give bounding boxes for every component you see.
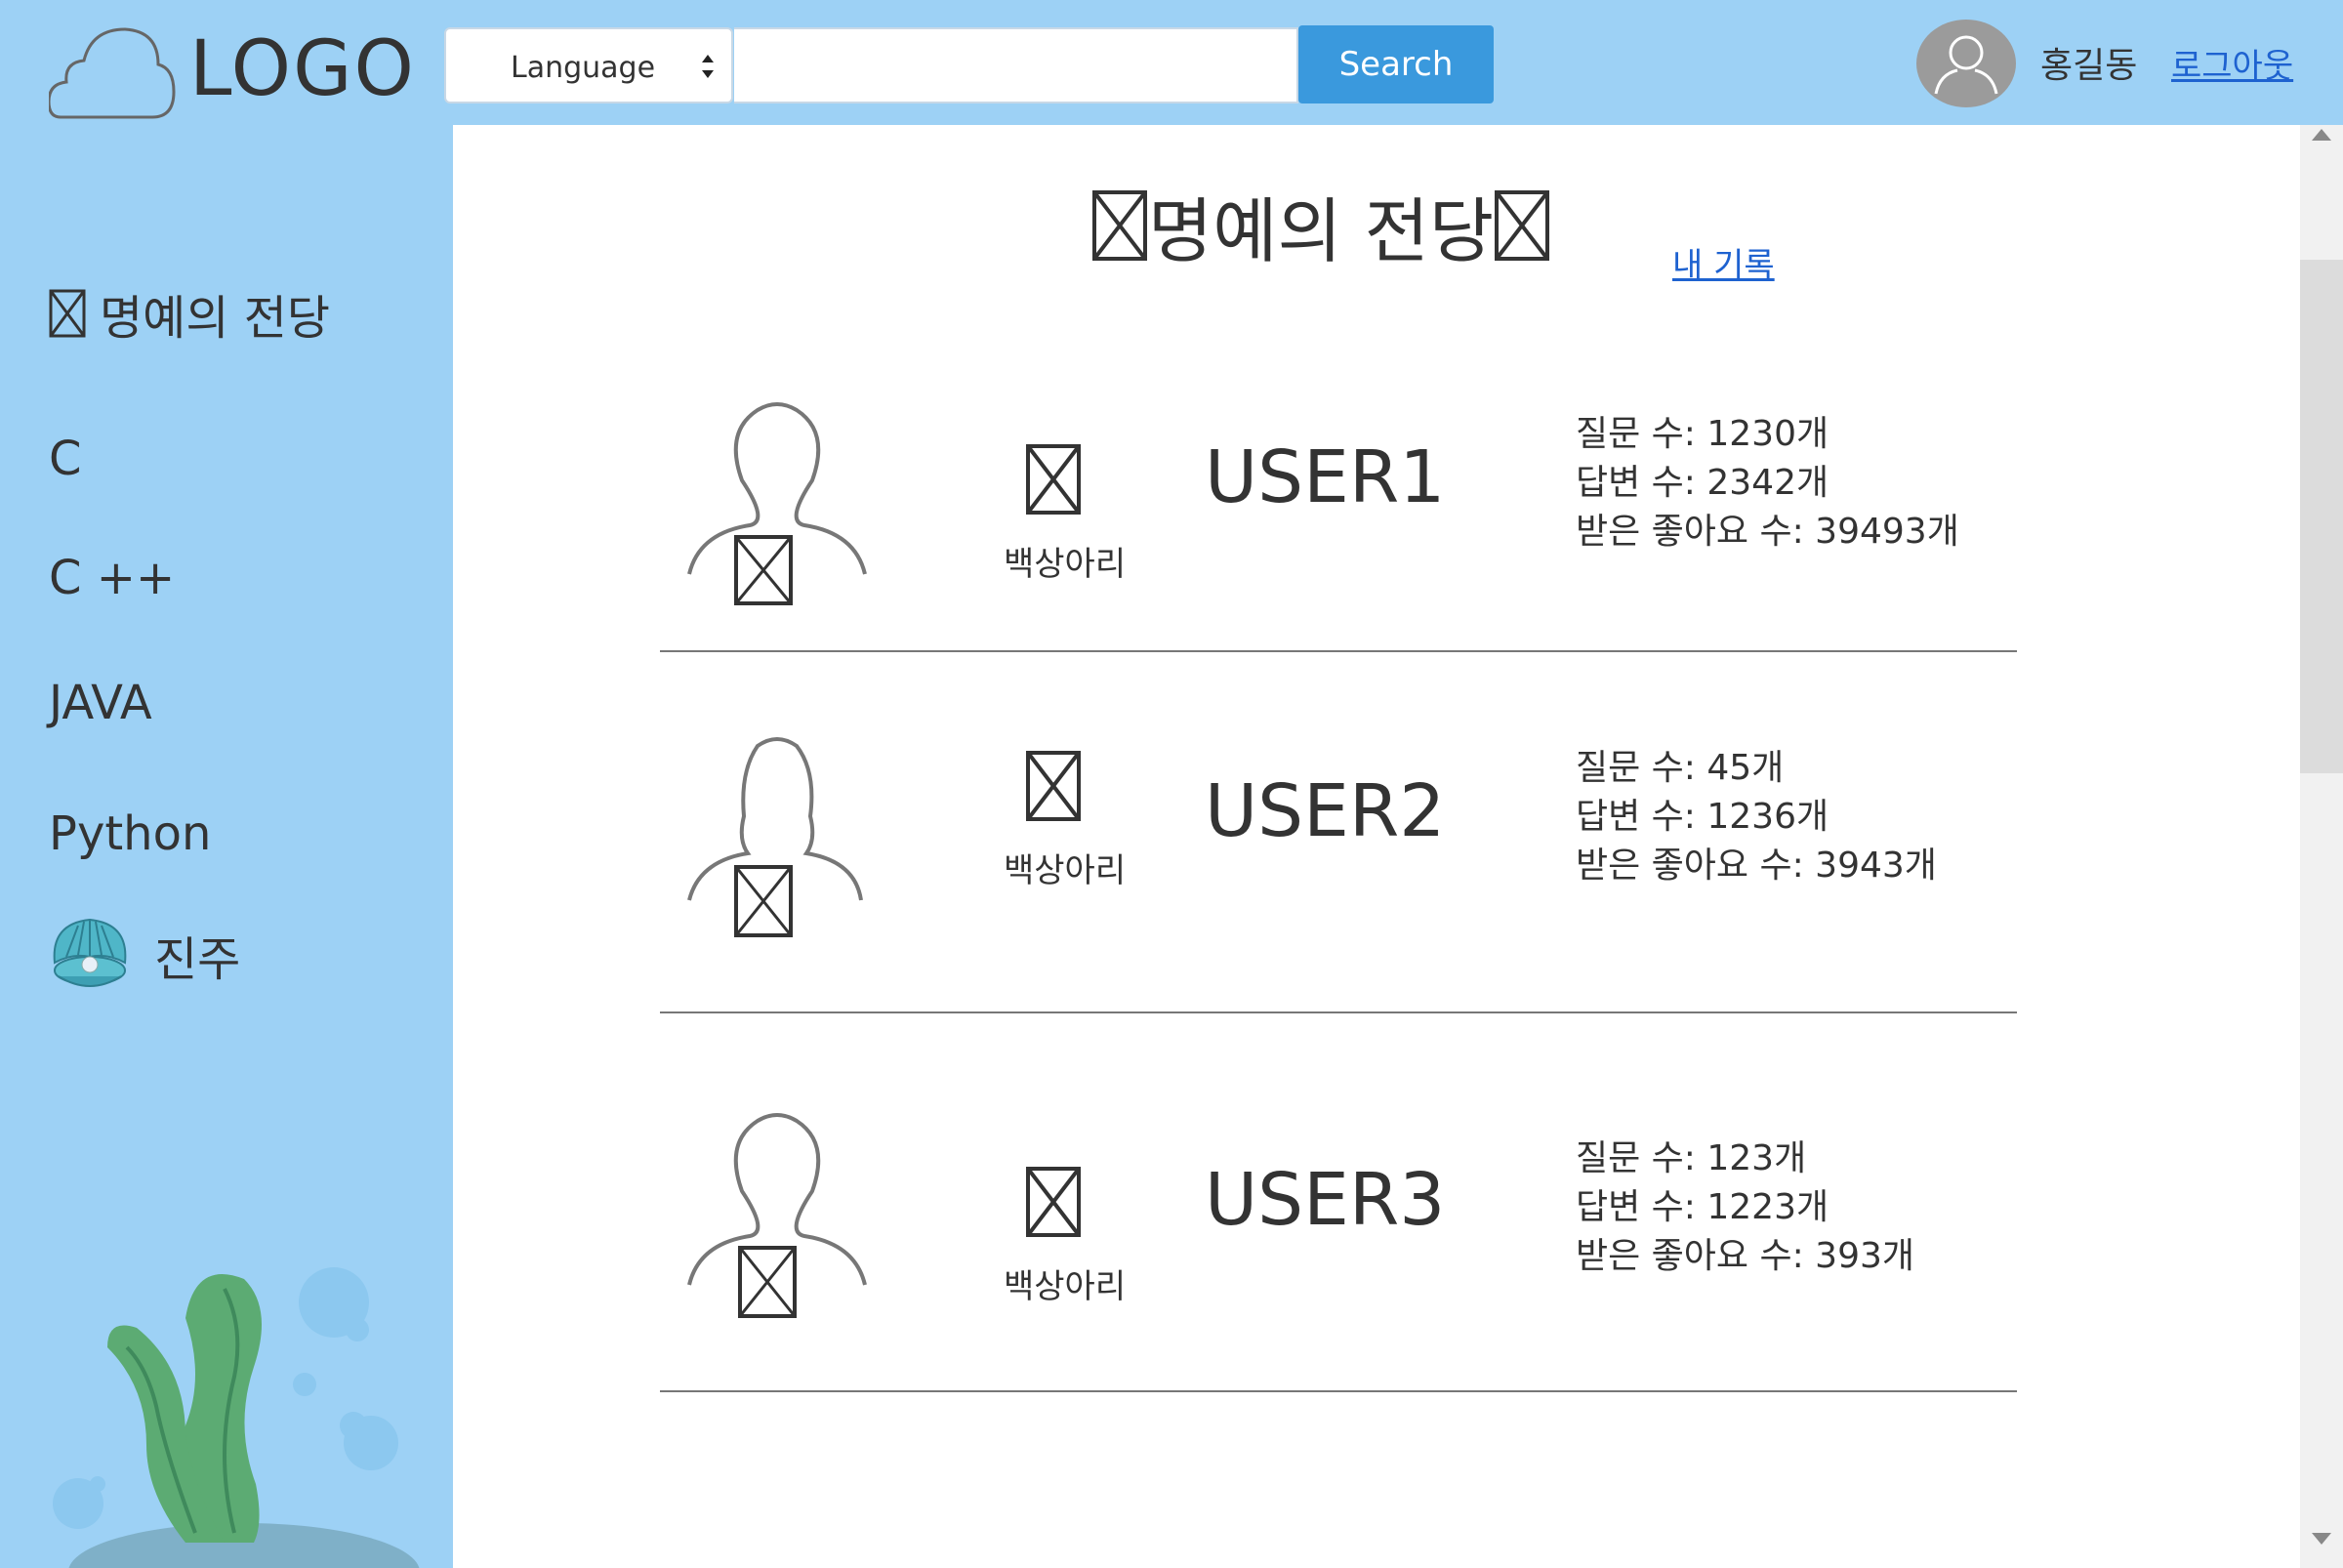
ranking-row[interactable]: 백상아리 USER1 질문 수: 1230개 답변 수: 2342개 받은 좋아… <box>660 389 2017 652</box>
sidebar-item-label: 진주 <box>154 932 241 987</box>
question-count: 질문 수: 45개 <box>1576 748 1785 788</box>
like-count: 받은 좋아요 수: 39493개 <box>1576 512 1959 552</box>
sidebar-item-label: Python <box>49 806 212 861</box>
answer-count: 답변 수: 1223개 <box>1576 1187 1829 1227</box>
scroll-up-arrow-icon[interactable] <box>2310 127 2333 143</box>
language-select-label: Language <box>511 51 656 85</box>
sidebar-item-label: 명예의 전당 <box>100 291 331 346</box>
my-record-link[interactable]: 내 기록 <box>1672 238 1775 286</box>
sidebar-item-c[interactable]: C <box>49 432 82 486</box>
user-name-label[interactable]: USER2 <box>1205 769 1445 853</box>
page-title-text: 명예의 전당 <box>1148 190 1495 272</box>
sidebar-item-pearl[interactable]: 진주 <box>49 914 240 996</box>
sidebar-item-cpp[interactable]: C ++ <box>49 551 175 605</box>
ranking-row[interactable]: 백상아리 USER3 질문 수: 123개 답변 수: 1223개 받은 좋아요… <box>660 1103 2017 1394</box>
club-label: 백상아리 <box>1004 851 1127 890</box>
like-count: 받은 좋아요 수: 3943개 <box>1576 846 1937 886</box>
page-title: 명예의 전당 <box>1091 174 1550 276</box>
user-silhouette-icon <box>687 1113 867 1318</box>
select-arrows-icon <box>702 55 714 78</box>
logo[interactable]: LOGO <box>49 23 414 121</box>
missing-glyph-icon <box>1026 444 1081 515</box>
user-stats: 질문 수: 1230개 답변 수: 2342개 받은 좋아요 수: 39493개 <box>1576 410 1959 557</box>
sidebar-item-label: C <box>49 432 82 486</box>
question-count: 질문 수: 123개 <box>1576 1138 1807 1178</box>
club-label: 백상아리 <box>1004 545 1127 584</box>
user-silhouette-icon <box>687 402 867 605</box>
club-label: 백상아리 <box>1004 1267 1127 1306</box>
row-divider <box>660 650 2017 652</box>
missing-glyph-icon <box>1495 189 1550 261</box>
scroll-down-arrow-icon[interactable] <box>2310 1531 2333 1547</box>
user-stats: 질문 수: 123개 답변 수: 1223개 받은 좋아요 수: 393개 <box>1576 1135 1914 1281</box>
missing-glyph-icon <box>1026 751 1081 821</box>
language-select[interactable]: Language <box>444 27 733 103</box>
avatar[interactable] <box>1916 20 2016 107</box>
row-divider <box>660 1011 2017 1013</box>
user-name-label[interactable]: USER3 <box>1205 1158 1445 1242</box>
sidebar-item-java[interactable]: JAVA <box>49 676 152 730</box>
logo-text: LOGO <box>189 25 416 113</box>
user-silhouette-icon <box>687 737 863 937</box>
logout-link[interactable]: 로그아웃 <box>2171 39 2293 87</box>
missing-glyph-icon <box>49 289 86 338</box>
search-button[interactable]: Search <box>1298 25 1494 103</box>
sidebar-item-label: JAVA <box>49 676 152 730</box>
search-input[interactable] <box>734 27 1298 103</box>
pearl-shell-icon <box>53 918 127 987</box>
answer-count: 답변 수: 2342개 <box>1576 463 1829 503</box>
seaweed-illustration <box>53 1267 420 1568</box>
sidebar-item-hall-of-fame[interactable]: 명예의 전당 <box>49 279 330 348</box>
user-name: 홍길동 <box>2040 46 2138 86</box>
row-divider <box>660 1390 2017 1392</box>
sidebar-item-label: C ++ <box>49 551 176 605</box>
scrollbar-thumb[interactable] <box>2300 260 2343 773</box>
user-name-label[interactable]: USER1 <box>1205 435 1445 519</box>
user-stats: 질문 수: 45개 답변 수: 1236개 받은 좋아요 수: 3943개 <box>1576 744 1937 890</box>
missing-glyph-icon <box>1026 1167 1081 1237</box>
answer-count: 답변 수: 1236개 <box>1576 797 1829 837</box>
missing-glyph-icon <box>1092 189 1147 261</box>
cloud-icon <box>49 27 176 119</box>
question-count: 질문 수: 1230개 <box>1576 414 1829 454</box>
sidebar-item-python[interactable]: Python <box>49 806 211 861</box>
ranking-row[interactable]: 백상아리 USER2 질문 수: 45개 답변 수: 1236개 받은 좋아요 … <box>660 728 2017 1015</box>
like-count: 받은 좋아요 수: 393개 <box>1576 1236 1915 1276</box>
